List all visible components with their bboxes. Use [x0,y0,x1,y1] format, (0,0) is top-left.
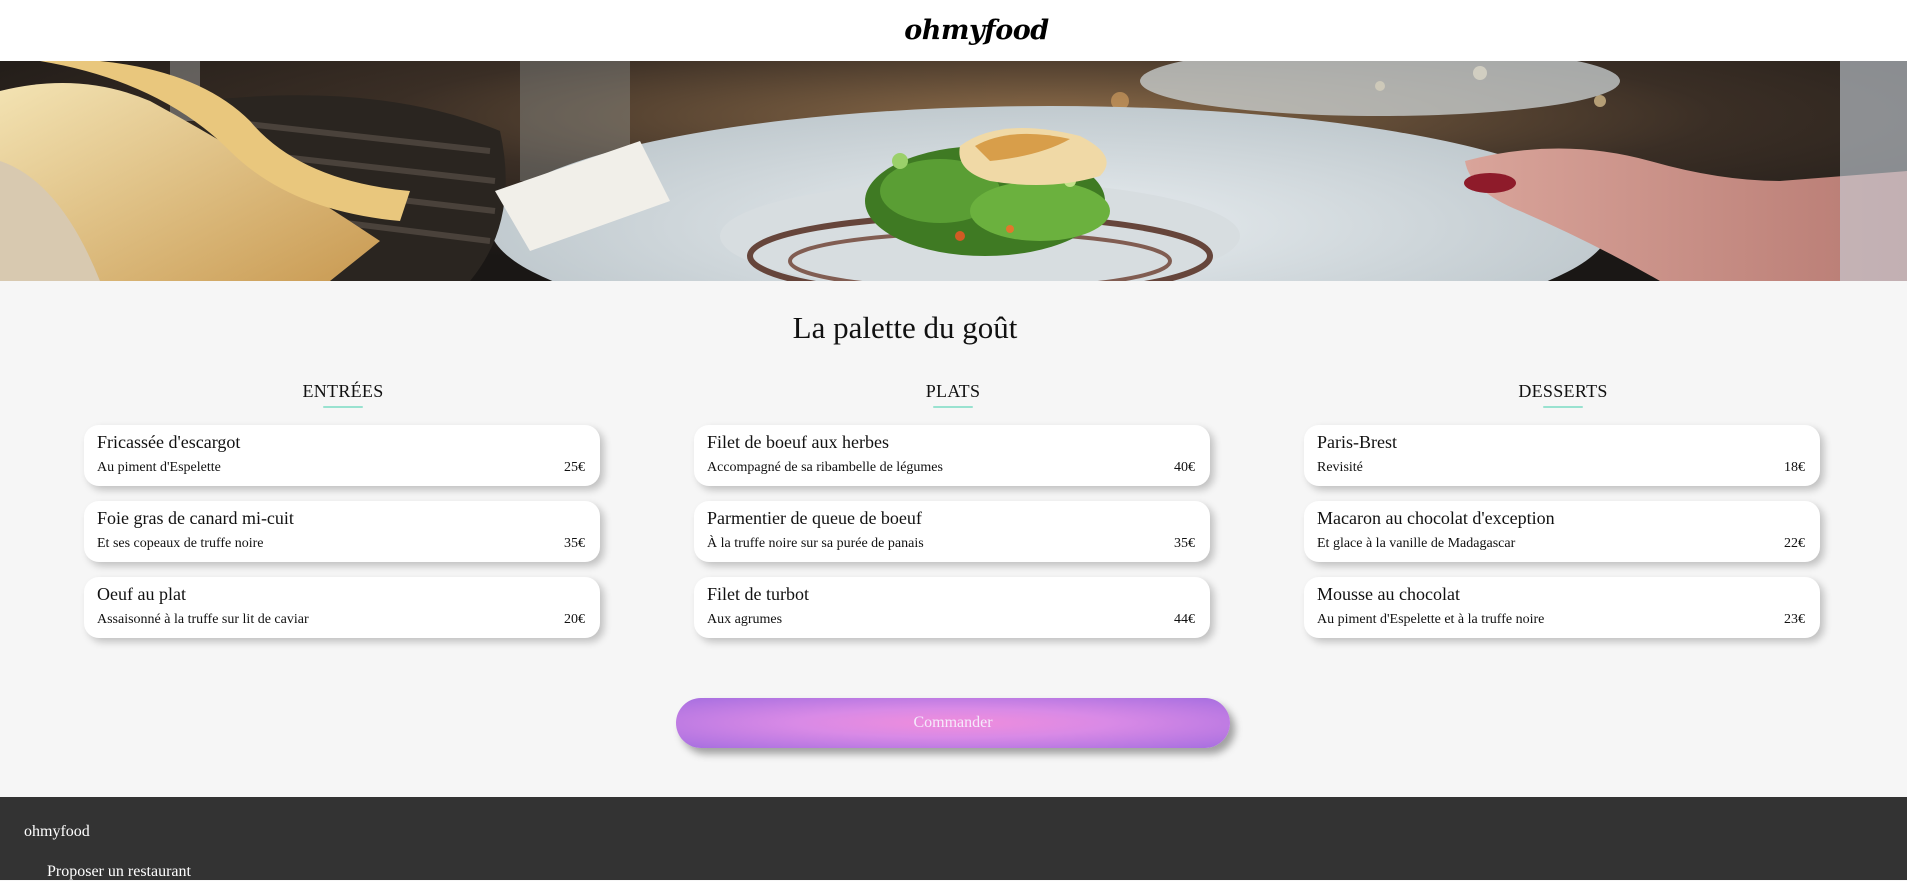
menu-item-price: 23€ [1784,612,1805,627]
hero-image [0,61,1907,281]
menu-item-card[interactable]: Filet de turbot Aux agrumes 44€ [694,577,1210,638]
menu-item-price: 35€ [1174,536,1195,551]
column-title-underline [1543,406,1583,408]
menu-item-card[interactable]: Filet de boeuf aux herbes Accompagné de … [694,425,1210,486]
menu-item-price: 18€ [1784,460,1805,475]
menu-item-card[interactable]: Fricassée d'escargot Au piment d'Espelet… [84,425,600,486]
page: ohmyfood La palette du goût ENTRÉES Fric… [0,0,1907,880]
menu-column-desserts: DESSERTS Paris-Brest Revisité 18€ Macaro… [1283,380,1843,653]
menu-item-description: À la truffe noire sur sa purée de panais [707,536,924,551]
column-title: PLATS [925,381,981,401]
menu-item-card[interactable]: Macaron au chocolat d'exception Et glace… [1304,501,1820,562]
column-title: ENTRÉES [302,381,384,401]
site-logo[interactable]: ohmyfood [858,15,1049,46]
menu-item-name: Paris-Brest [1317,432,1397,452]
menu-item-card[interactable]: Parmentier de queue de boeuf À la truffe… [694,501,1210,562]
menu-item-description: Au piment d'Espelette [97,460,221,475]
menu-item-description: Accompagné de sa ribambelle de légumes [707,460,943,475]
menu-item-price: 44€ [1174,612,1195,627]
menu-item-price: 20€ [564,612,585,627]
column-title-underline [933,406,973,408]
menu-item-name: Foie gras de canard mi-cuit [97,508,294,528]
menu-item-description: Assaisonné à la truffe sur lit de caviar [97,612,309,627]
menu-item-price: 22€ [1784,536,1805,551]
column-title-underline [323,406,363,408]
menu-column-plats: PLATS Filet de boeuf aux herbes Accompag… [673,380,1233,653]
page-title: La palette du goût [792,310,1018,345]
menu-item-description: Et glace à la vanille de Madagascar [1317,536,1516,551]
footer-title: ohmyfood [24,823,90,840]
menu-item-price: 35€ [564,536,585,551]
menu-item-name: Oeuf au plat [97,584,186,604]
menu-item-card[interactable]: Mousse au chocolat Au piment d'Espelette… [1304,577,1820,638]
menu-item-name: Fricassée d'escargot [97,432,241,452]
menu-item-description: Revisité [1317,460,1363,475]
menu-column-entrees: ENTRÉES Fricassée d'escargot Au piment d… [63,380,623,653]
order-section: Commander [676,698,1230,748]
site-footer: ohmyfood Proposer un restaurant [0,797,1907,880]
menu-item-card[interactable]: Foie gras de canard mi-cuit Et ses copea… [84,501,600,562]
menu-item-name: Macaron au chocolat d'exception [1317,508,1555,528]
menu-item-price: 25€ [564,460,585,475]
menu-item-card[interactable]: Paris-Brest Revisité 18€ [1304,425,1820,486]
column-title: DESSERTS [1518,381,1608,401]
order-button[interactable]: Commander [676,698,1230,748]
menu-item-name: Mousse au chocolat [1317,584,1460,604]
menu-item-price: 40€ [1174,460,1195,475]
menu-item-name: Filet de turbot [707,584,809,604]
menu-item-description: Au piment d'Espelette et à la truffe noi… [1317,612,1545,627]
footer-link-propose-restaurant[interactable]: Proposer un restaurant [47,863,191,881]
menu-item-description: Et ses copeaux de truffe noire [97,536,264,551]
site-header: ohmyfood [0,0,1907,61]
menu-item-description: Aux agrumes [707,612,783,627]
menu-item-card[interactable]: Oeuf au plat Assaisonné à la truffe sur … [84,577,600,638]
restaurant-photo [0,61,1907,281]
menu-item-name: Parmentier de queue de boeuf [707,508,922,528]
menu-item-name: Filet de boeuf aux herbes [707,432,889,452]
